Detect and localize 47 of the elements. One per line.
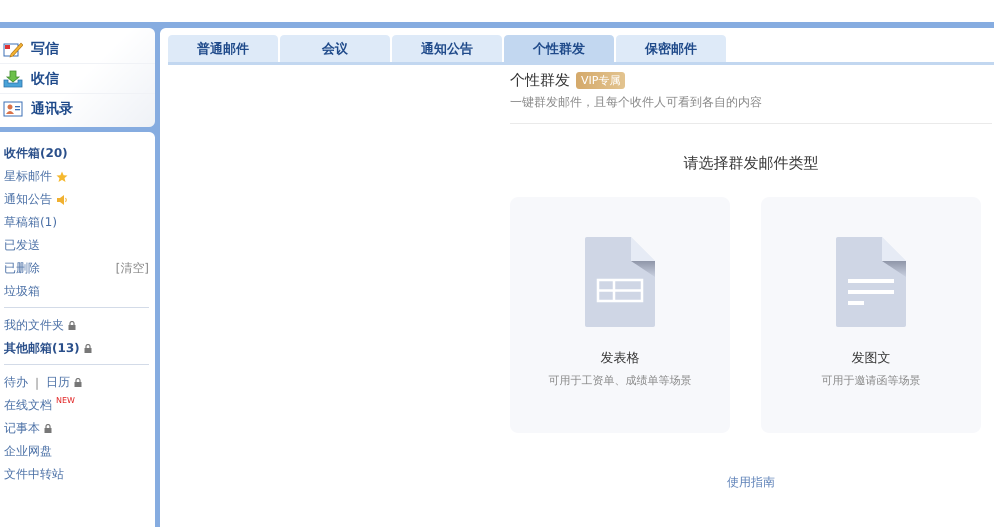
star-icon <box>56 170 68 182</box>
tab[interactable]: 保密邮件 <box>616 35 726 62</box>
folder-link[interactable]: 我的文件夹 <box>4 317 64 334</box>
new-label: NEW <box>56 396 75 405</box>
panel-title: 个性群发 <box>510 71 570 90</box>
card-title: 发图文 <box>852 350 890 367</box>
folder-link[interactable]: 在线文档 <box>4 397 52 414</box>
option-card[interactable]: 发表格 可用于工资单、成绩单等场景 <box>510 197 730 433</box>
contact-card-icon <box>3 100 23 118</box>
spreadsheet-document-icon <box>585 237 655 327</box>
quick-action-link[interactable]: 通讯录 <box>31 100 73 118</box>
tab[interactable]: 个性群发 <box>504 35 614 62</box>
folder-link[interactable]: 垃圾箱 <box>4 283 40 300</box>
empty-trash-link[interactable]: [清空] <box>116 260 149 277</box>
tab[interactable]: 普通邮件 <box>168 35 278 62</box>
folder-link[interactable]: 收件箱(20) <box>4 145 68 162</box>
folder-link[interactable]: 日历 <box>46 374 70 391</box>
folder-link[interactable]: 已发送 <box>4 237 40 254</box>
folder-link[interactable]: 待办 <box>4 374 28 391</box>
option-card[interactable]: 发图文 可用于邀请函等场景 <box>761 197 981 433</box>
tab[interactable]: 通知公告 <box>392 35 502 62</box>
folder-link[interactable]: 其他邮箱(13) <box>4 340 80 357</box>
lock-icon <box>84 344 92 353</box>
section-heading: 请选择群发邮件类型 <box>682 154 820 173</box>
text-document-icon <box>836 237 906 327</box>
folder-link[interactable]: 草稿箱(1) <box>4 214 57 231</box>
folder-link[interactable]: 记事本 <box>4 420 40 437</box>
card-description: 可用于邀请函等场景 <box>822 373 920 388</box>
folder-link[interactable]: 已删除 <box>4 260 40 277</box>
speaker-icon <box>56 194 68 206</box>
download-tray-icon <box>3 70 23 88</box>
folder-link[interactable]: 星标邮件 <box>4 168 52 185</box>
panel-subtitle: 一键群发邮件，且每个收件人可看到各自的内容 <box>510 90 992 124</box>
folder-link[interactable]: 文件中转站 <box>4 466 64 483</box>
folder-link[interactable]: 通知公告 <box>4 191 52 208</box>
card-description: 可用于工资单、成绩单等场景 <box>548 373 692 388</box>
separator-text: | <box>35 376 40 390</box>
tab[interactable]: 会议 <box>280 35 390 62</box>
quick-action-link[interactable]: 收信 <box>31 70 59 88</box>
lock-icon <box>74 378 82 387</box>
quick-action-link[interactable]: 写信 <box>31 40 59 58</box>
lock-icon <box>68 321 76 330</box>
lock-icon <box>44 424 52 433</box>
vip-badge: VIP专属 <box>576 72 626 89</box>
guide-link[interactable]: 使用指南 <box>727 475 775 489</box>
folder-link[interactable]: 企业网盘 <box>4 443 52 460</box>
card-title: 发表格 <box>600 350 640 367</box>
